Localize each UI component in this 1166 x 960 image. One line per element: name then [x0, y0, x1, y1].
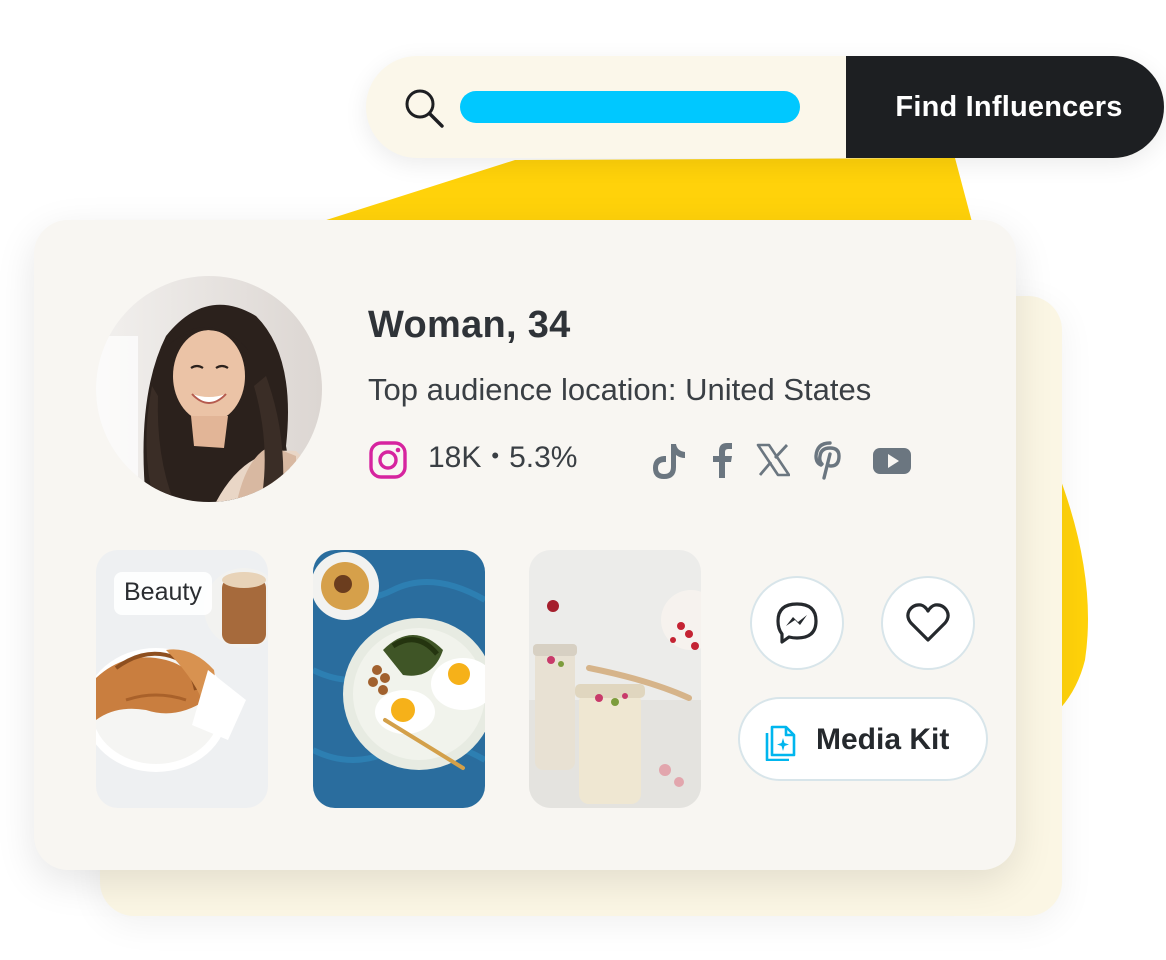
message-button[interactable] — [750, 576, 844, 670]
audience-location: Top audience location: United States — [368, 372, 872, 407]
facebook-icon[interactable] — [708, 440, 736, 480]
profile-title: Woman, 34 — [368, 304, 571, 346]
search-bar: Find Influencers — [366, 56, 1164, 158]
x-icon[interactable] — [756, 440, 790, 480]
yogurt-jars-photo — [529, 550, 701, 808]
tiktok-icon[interactable] — [652, 440, 688, 480]
media-kit-icon — [765, 725, 796, 761]
follower-count: 18K — [428, 441, 482, 474]
eggs-breakfast-photo — [313, 550, 485, 808]
favorite-button[interactable] — [881, 576, 975, 670]
pinterest-icon[interactable] — [812, 440, 848, 480]
youtube-icon[interactable] — [872, 440, 912, 480]
media-kit-button[interactable]: Media Kit — [738, 697, 988, 781]
stats-separator: • — [491, 443, 500, 468]
messenger-icon — [776, 602, 818, 644]
instagram-stats: 18K • 5.3% — [428, 441, 577, 475]
content-tile-beauty[interactable]: Beauty — [96, 550, 268, 808]
search-input[interactable] — [460, 91, 800, 123]
instagram-icon[interactable] — [368, 440, 408, 480]
engagement-rate: 5.3% — [509, 441, 578, 474]
media-kit-label: Media Kit — [816, 723, 950, 756]
category-tag: Beauty — [114, 572, 212, 615]
search-icon[interactable] — [402, 86, 446, 130]
content-tile-breakfast[interactable] — [313, 550, 485, 808]
content-tile-dessert[interactable] — [529, 550, 701, 808]
heart-icon — [906, 603, 950, 642]
avatar — [96, 276, 322, 502]
find-influencers-button[interactable]: Find Influencers — [846, 56, 1164, 158]
